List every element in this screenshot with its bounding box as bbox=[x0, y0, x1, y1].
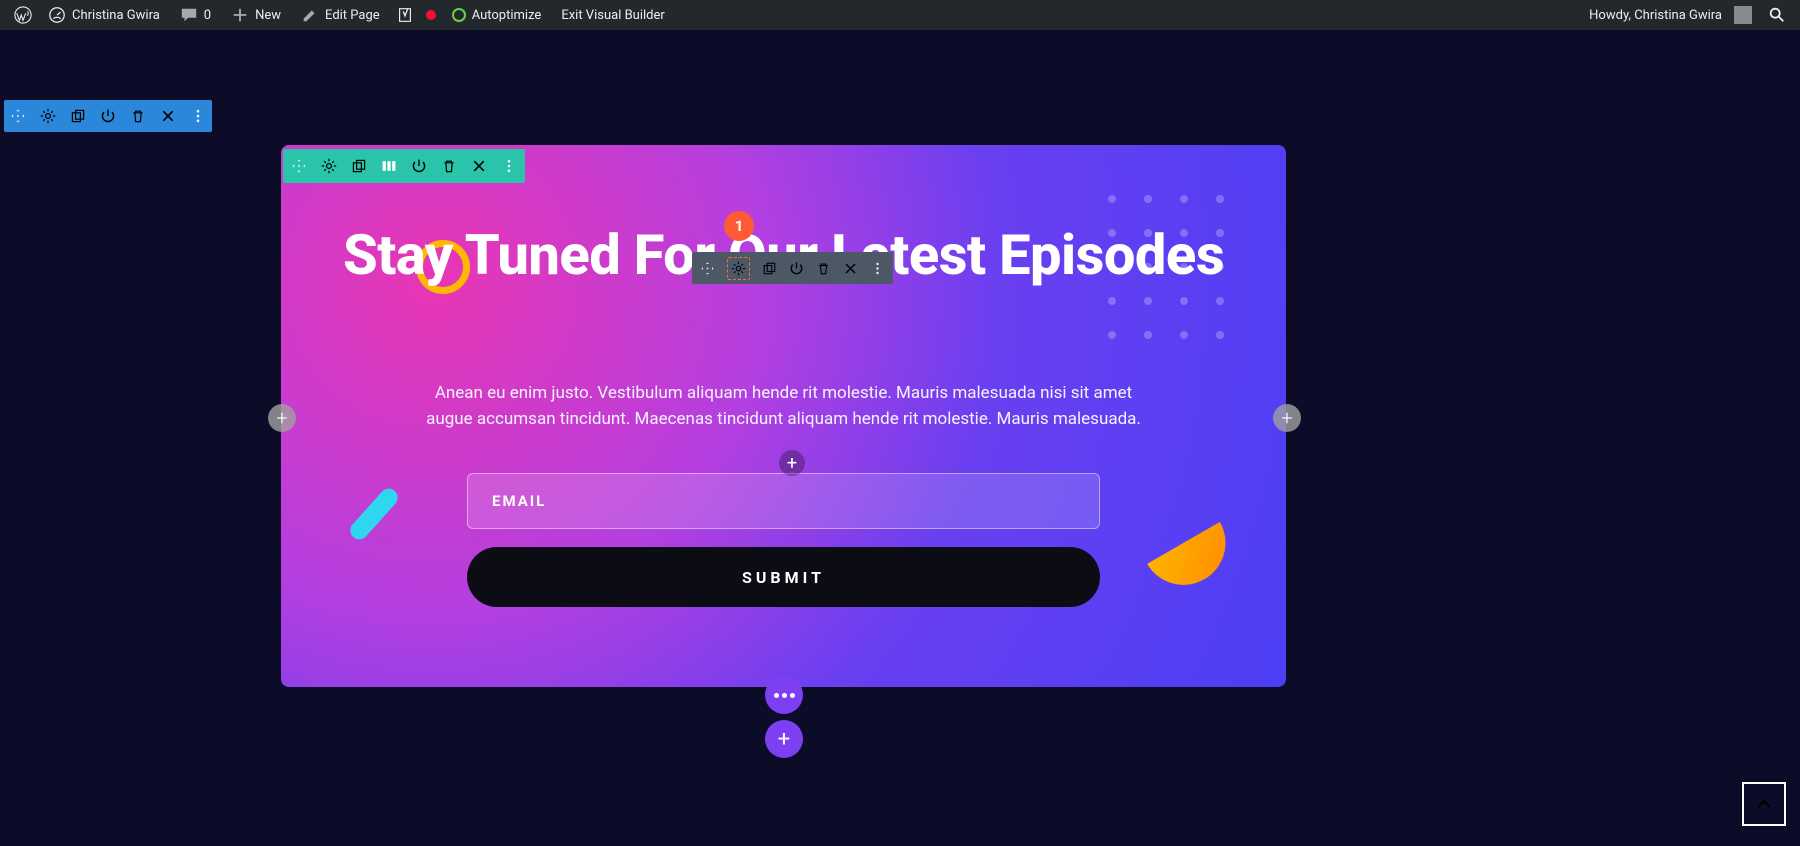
gear-icon bbox=[40, 108, 56, 124]
row-move-handle[interactable] bbox=[291, 158, 307, 174]
new-label: New bbox=[255, 8, 281, 23]
comment-icon bbox=[180, 6, 198, 24]
howdy-label: Howdy, Christina Gwira bbox=[1589, 8, 1722, 23]
section-delete-button[interactable] bbox=[130, 108, 146, 124]
row-close-button[interactable] bbox=[471, 158, 487, 174]
module-more-button[interactable] bbox=[870, 261, 885, 276]
site-name-label: Christina Gwira bbox=[72, 8, 160, 23]
email-field[interactable] bbox=[467, 473, 1100, 529]
section-settings-button[interactable] bbox=[40, 108, 56, 124]
exit-vb-label: Exit Visual Builder bbox=[561, 8, 664, 23]
divi-page-settings-button[interactable] bbox=[765, 676, 803, 714]
yoast-menu[interactable] bbox=[390, 0, 420, 30]
gear-icon bbox=[731, 261, 746, 276]
gear-icon bbox=[321, 158, 337, 174]
pencil-icon bbox=[301, 6, 319, 24]
avatar bbox=[1734, 6, 1752, 24]
add-module-button[interactable]: + bbox=[779, 450, 805, 476]
comments-count: 0 bbox=[204, 8, 211, 23]
decorative-semicircle-icon bbox=[1147, 522, 1241, 600]
dashboard-icon bbox=[48, 6, 66, 24]
module-move-handle[interactable] bbox=[700, 261, 715, 276]
row-save-button[interactable] bbox=[411, 158, 427, 174]
row-duplicate-button[interactable] bbox=[351, 158, 367, 174]
plus-icon: + bbox=[1281, 406, 1292, 430]
comments-menu[interactable]: 0 bbox=[170, 0, 221, 30]
section-close-button[interactable] bbox=[160, 108, 176, 124]
status-indicator[interactable] bbox=[420, 0, 442, 30]
exit-visual-builder-link[interactable]: Exit Visual Builder bbox=[551, 0, 674, 30]
plus-icon bbox=[231, 6, 249, 24]
more-icon bbox=[501, 158, 517, 174]
close-icon bbox=[160, 108, 176, 124]
trash-icon bbox=[130, 108, 146, 124]
autoptimize-icon bbox=[452, 8, 466, 22]
move-icon bbox=[291, 158, 307, 174]
add-section-after-button[interactable]: + bbox=[1273, 404, 1301, 432]
add-section-before-button[interactable]: + bbox=[268, 404, 296, 432]
submit-button[interactable]: SUBMIT bbox=[467, 547, 1100, 607]
hero-paragraph: Anean eu enim justo. Vestibulum aliquam … bbox=[411, 380, 1156, 433]
close-icon bbox=[471, 158, 487, 174]
move-icon bbox=[10, 108, 26, 124]
columns-icon bbox=[381, 158, 397, 174]
record-dot-icon bbox=[426, 10, 436, 20]
search-icon bbox=[1768, 6, 1786, 24]
decorative-pill-icon bbox=[347, 485, 402, 543]
autoptimize-menu[interactable]: Autoptimize bbox=[442, 0, 552, 30]
site-name-menu[interactable]: Christina Gwira bbox=[38, 0, 170, 30]
section-move-handle[interactable] bbox=[10, 108, 26, 124]
more-icon bbox=[870, 261, 885, 276]
module-close-button[interactable] bbox=[843, 261, 858, 276]
chevron-up-icon bbox=[1754, 794, 1774, 814]
admin-search-button[interactable] bbox=[1762, 6, 1792, 24]
module-toolbar bbox=[692, 252, 893, 284]
wordpress-icon bbox=[14, 6, 32, 24]
dots-icon bbox=[774, 693, 795, 698]
autoptimize-label: Autoptimize bbox=[472, 8, 542, 23]
power-icon bbox=[411, 158, 427, 174]
divi-add-section-button[interactable]: + bbox=[765, 720, 803, 758]
trash-icon bbox=[816, 261, 831, 276]
power-icon bbox=[100, 108, 116, 124]
duplicate-icon bbox=[351, 158, 367, 174]
new-content-menu[interactable]: New bbox=[221, 0, 291, 30]
row-more-button[interactable] bbox=[501, 158, 517, 174]
my-account-menu[interactable]: Howdy, Christina Gwira bbox=[1579, 0, 1762, 30]
row-settings-button[interactable] bbox=[321, 158, 337, 174]
signup-form: SUBMIT bbox=[467, 473, 1100, 607]
hero-section: Stay Tuned For Our Latest Episodes Anean… bbox=[281, 145, 1286, 687]
plus-icon: + bbox=[787, 453, 797, 474]
wp-admin-bar: Christina Gwira 0 New Edit Page Autoptim… bbox=[0, 0, 1800, 30]
duplicate-icon bbox=[70, 108, 86, 124]
trash-icon bbox=[441, 158, 457, 174]
power-icon bbox=[789, 261, 804, 276]
row-delete-button[interactable] bbox=[441, 158, 457, 174]
move-icon bbox=[700, 261, 715, 276]
module-settings-button[interactable] bbox=[727, 257, 750, 280]
row-columns-button[interactable] bbox=[381, 158, 397, 174]
edit-page-link[interactable]: Edit Page bbox=[291, 0, 390, 30]
section-more-button[interactable] bbox=[190, 108, 206, 124]
section-save-button[interactable] bbox=[100, 108, 116, 124]
close-icon bbox=[843, 261, 858, 276]
wp-logo-menu[interactable] bbox=[8, 0, 38, 30]
row-toolbar bbox=[283, 149, 525, 183]
duplicate-icon bbox=[762, 261, 777, 276]
plus-icon: + bbox=[276, 406, 287, 430]
edit-page-label: Edit Page bbox=[325, 8, 380, 23]
plus-icon: + bbox=[778, 727, 790, 752]
section-toolbar bbox=[4, 100, 212, 132]
module-save-button[interactable] bbox=[789, 261, 804, 276]
module-delete-button[interactable] bbox=[816, 261, 831, 276]
tutorial-callout-badge: 1 bbox=[724, 211, 754, 241]
section-duplicate-button[interactable] bbox=[70, 108, 86, 124]
yoast-icon bbox=[396, 6, 414, 24]
module-duplicate-button[interactable] bbox=[762, 261, 777, 276]
back-to-top-button[interactable] bbox=[1742, 782, 1786, 826]
more-icon bbox=[190, 108, 206, 124]
